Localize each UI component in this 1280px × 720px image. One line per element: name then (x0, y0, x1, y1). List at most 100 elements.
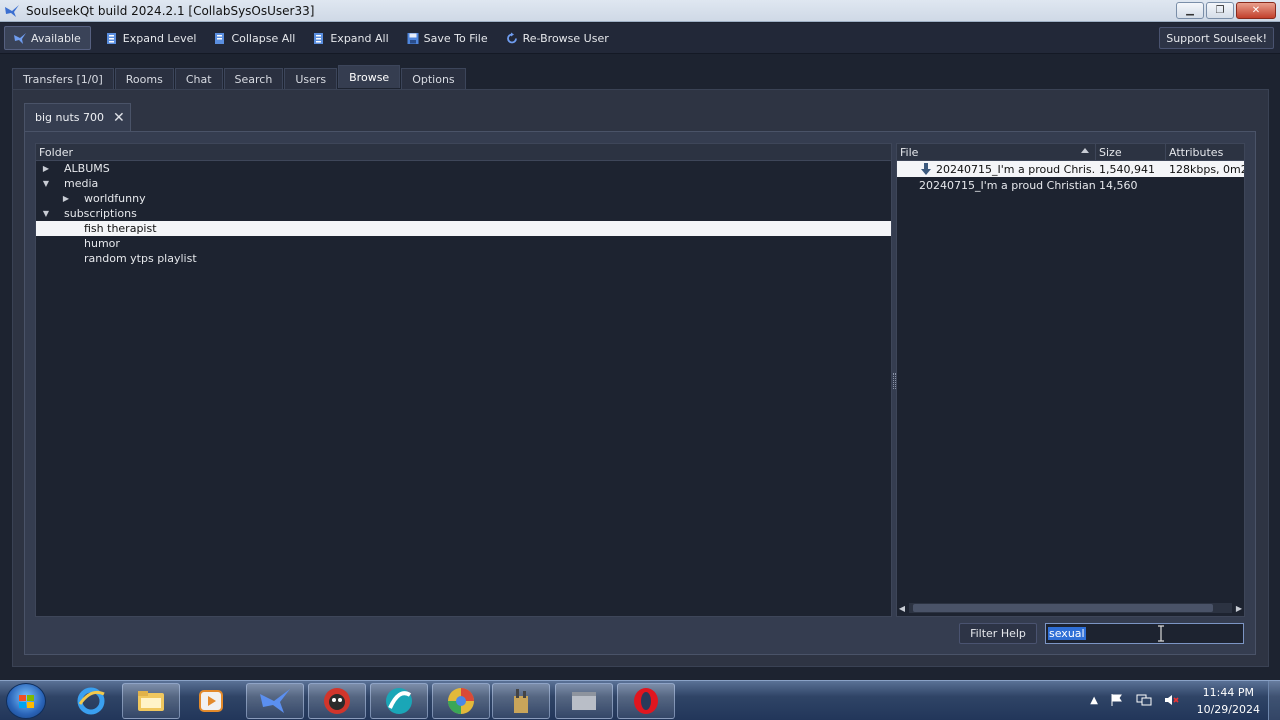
folder-tree-label: fish therapist (84, 222, 157, 235)
toolbar: Available Expand Level Collapse All Expa… (0, 23, 1280, 54)
status-available-button[interactable]: Available (4, 26, 91, 50)
tab-search[interactable]: Search (223, 68, 284, 89)
network-icon[interactable] (1136, 693, 1152, 707)
taskbar: ▲ 11:44 PM 10/29/2024 (0, 680, 1280, 720)
tab-rooms[interactable]: Rooms (114, 68, 174, 89)
tab-browse[interactable]: Browse (338, 65, 401, 88)
floppy-disk-icon (407, 32, 419, 44)
file-attributes: 128kbps, 0m29 (1169, 162, 1244, 176)
tab-users[interactable]: Users (284, 68, 338, 89)
minimize-button[interactable]: ▁ (1176, 2, 1204, 19)
tree-expand-icon (106, 32, 116, 44)
scroll-left-icon[interactable]: ◀ (897, 604, 907, 613)
folder-tree-item[interactable]: ▶ worldfunny (36, 191, 891, 206)
soulseek-bird-icon (260, 689, 290, 713)
taskbar-app-gray[interactable] (555, 683, 613, 719)
save-to-file-button[interactable]: Save To File (398, 26, 497, 50)
window-titlebar: SoulseekQt build 2024.2.1 [CollabSysOsUs… (0, 0, 1280, 22)
expand-level-button[interactable]: Expand Level (97, 26, 206, 50)
taskbar-opera[interactable] (617, 683, 675, 719)
expand-arrow-icon[interactable]: ▶ (61, 194, 71, 203)
window-controls: ▁ ❐ ✕ (1176, 2, 1276, 19)
show-desktop-button[interactable] (1268, 681, 1280, 720)
system-clock[interactable]: 11:44 PM 10/29/2024 (1197, 684, 1260, 718)
soulseek-bird-icon (5, 4, 19, 17)
folder-tree-item[interactable]: random ytps playlist (36, 251, 891, 266)
collapse-all-button[interactable]: Collapse All (205, 26, 304, 50)
rebrowse-user-button[interactable]: Re-Browse User (497, 26, 618, 50)
folder-tree-item[interactable]: ▼ subscriptions (36, 206, 891, 221)
tray-expand-icon[interactable]: ▲ (1090, 695, 1098, 706)
action-center-flag-icon[interactable] (1110, 693, 1124, 707)
start-button[interactable] (6, 683, 46, 719)
tab-options[interactable]: Options (401, 68, 466, 89)
collapse-all-label: Collapse All (231, 31, 296, 45)
close-button[interactable]: ✕ (1236, 2, 1276, 19)
tree-collapse-icon (215, 32, 225, 44)
sort-ascending-icon (1081, 148, 1089, 153)
filter-help-button[interactable]: Filter Help (959, 623, 1037, 644)
file-column-header[interactable]: File (897, 144, 1096, 160)
paint-bucket-icon (514, 689, 528, 713)
scroll-track[interactable] (909, 603, 1232, 613)
scroll-thumb[interactable] (913, 604, 1213, 612)
expand-level-label: Expand Level (122, 31, 197, 45)
support-soulseek-button[interactable]: Support Soulseek! (1159, 27, 1274, 49)
folder-tree-item[interactable]: humor (36, 236, 891, 251)
file-row[interactable]: 20240715_I'm a proud Christian... 14,560 (897, 177, 1244, 193)
file-size: 1,540,941 (1099, 162, 1155, 176)
scroll-right-icon[interactable]: ▶ (1234, 604, 1244, 613)
internet-explorer-icon (77, 687, 105, 715)
collapse-arrow-icon[interactable]: ▼ (41, 179, 51, 188)
horizontal-scrollbar[interactable]: ◀ ▶ (897, 602, 1244, 614)
collapse-arrow-icon[interactable]: ▼ (41, 209, 51, 218)
taskbar-app-chrome[interactable] (432, 683, 490, 719)
taskbar-explorer[interactable] (122, 683, 180, 719)
tab-chat[interactable]: Chat (174, 68, 223, 89)
browse-user-tab[interactable]: big nuts 700 ✕ (24, 103, 131, 131)
expand-all-label: Expand All (330, 31, 389, 45)
media-player-icon (199, 690, 223, 712)
taskbar-app-red[interactable] (308, 683, 366, 719)
folder-tree-item[interactable]: fish therapist (36, 221, 891, 236)
status-label: Available (31, 31, 81, 45)
browser-ball-icon (448, 688, 474, 714)
tab-transfers[interactable]: Transfers [1/0] (12, 68, 114, 89)
folder-tree[interactable]: Folder ▶ ALBUMS ▼ media ▶ worldfunny ▼ subscrip… (35, 143, 892, 617)
rebrowse-user-label: Re-Browse User (522, 31, 609, 45)
filter-input-text: sexual (1048, 627, 1086, 640)
filter-input[interactable]: sexual (1045, 623, 1244, 644)
maximize-icon: ❐ (1215, 5, 1225, 16)
maximize-button[interactable]: ❐ (1206, 2, 1234, 19)
file-size: 14,560 (1099, 178, 1138, 192)
folder-column-header[interactable]: Folder (36, 144, 891, 161)
taskbar-app-teal[interactable] (370, 683, 428, 719)
file-row[interactable]: 20240715_I'm a proud Chris... 1,540,941 12… (897, 161, 1244, 177)
folder-tree-item[interactable]: ▶ ALBUMS (36, 161, 891, 176)
app-swirl-icon (386, 688, 412, 714)
clock-date: 10/29/2024 (1196, 703, 1260, 716)
minimize-icon: ▁ (1186, 5, 1194, 16)
attributes-column-header[interactable]: Attributes (1166, 144, 1244, 160)
expand-all-button[interactable]: Expand All (304, 26, 397, 50)
file-column-label: File (900, 145, 919, 159)
folder-tree-label: subscriptions (64, 207, 137, 220)
close-icon: ✕ (1251, 5, 1261, 16)
folder-icon (138, 691, 164, 711)
folder-tree-item[interactable]: ▼ media (36, 176, 891, 191)
taskbar-internet-explorer[interactable] (62, 683, 120, 719)
taskbar-soulseek[interactable] (246, 683, 304, 719)
download-arrow-icon (921, 163, 931, 175)
taskbar-app-tool[interactable] (492, 683, 550, 719)
file-name-cell: 20240715_I'm a proud Chris... (897, 161, 1096, 177)
file-list[interactable]: File Size Attributes 20240715_I'm a prou… (896, 143, 1245, 617)
expand-arrow-icon[interactable]: ▶ (41, 164, 51, 173)
clock-time: 11:44 PM (1202, 686, 1254, 699)
volume-muted-icon[interactable] (1164, 693, 1180, 707)
size-column-header[interactable]: Size (1096, 144, 1166, 160)
close-tab-icon[interactable]: ✕ (113, 110, 125, 126)
save-to-file-label: Save To File (423, 31, 488, 45)
file-name: 20240715_I'm a proud Chris... (936, 162, 1096, 176)
taskbar-media-player[interactable] (182, 683, 240, 719)
file-name-cell: 20240715_I'm a proud Christian... (897, 177, 1096, 193)
